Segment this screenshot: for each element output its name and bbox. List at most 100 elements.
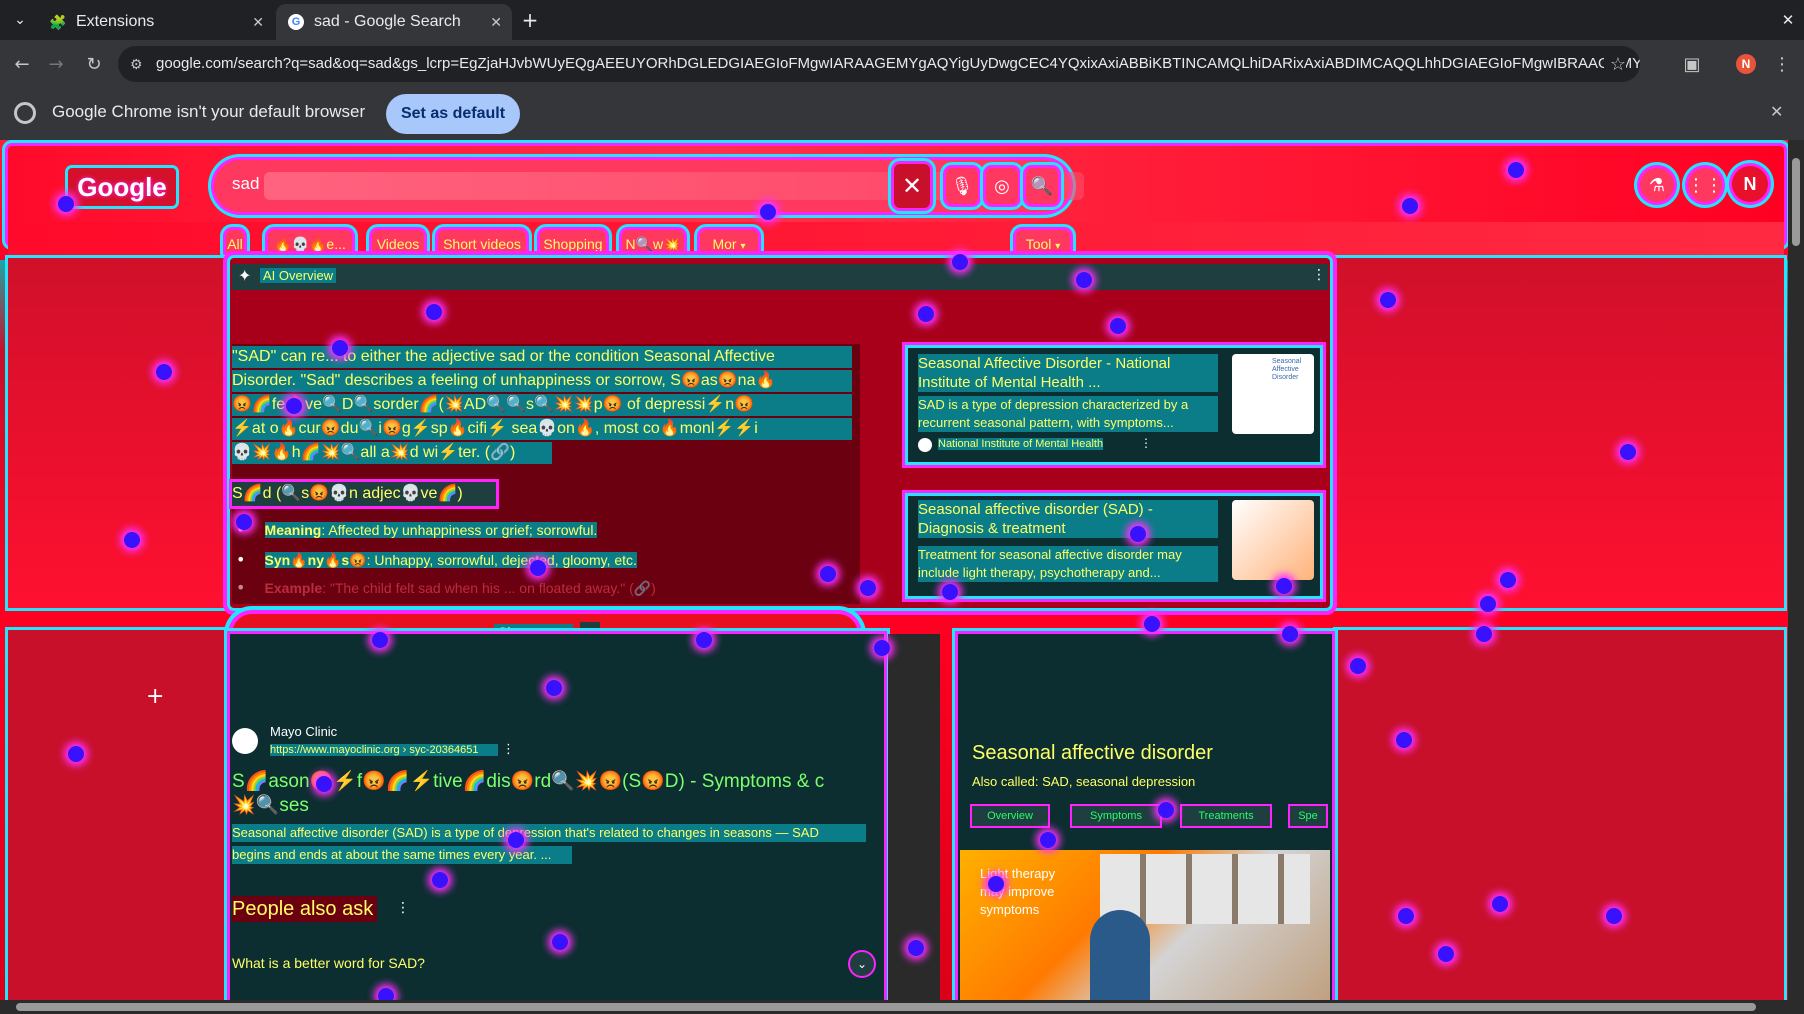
tab-sad-google-search[interactable]: G sad - Google Search ✕ (276, 4, 512, 40)
tab-extensions[interactable]: 🧩 Extensions ✕ (38, 4, 274, 40)
filter-news[interactable]: N🔍w💥 (622, 230, 684, 258)
marker-dot (1606, 908, 1622, 924)
kp-tab-overview[interactable]: Overview (972, 806, 1048, 826)
filter-all[interactable]: All (226, 230, 244, 258)
account-avatar[interactable]: N (1732, 166, 1768, 202)
source-menu-icon[interactable]: ⋮ (1140, 436, 1152, 450)
voice-search-icon[interactable]: 🎙 (946, 168, 978, 204)
scrollbar-thumb[interactable] (16, 1003, 1756, 1011)
filter-videos[interactable]: Videos (372, 230, 424, 258)
left-margin-band (8, 258, 226, 608)
result-url[interactable]: https://www.mayoclinic.org › syc-2036465… (270, 744, 498, 756)
person-figure (1090, 910, 1150, 1000)
source-title: Seasonal affective disorder (SAD) - Diag… (918, 500, 1218, 538)
labs-flask-icon[interactable]: ⚗ (1640, 168, 1674, 202)
filter-short-videos[interactable]: Short videos (438, 230, 526, 258)
close-window-icon[interactable]: ✕ (1776, 8, 1800, 32)
marker-dot (988, 876, 1004, 892)
bookmark-star-icon[interactable]: ☆ (1603, 46, 1626, 82)
chevron-down-icon: ▾ (1055, 241, 1061, 252)
back-arrow-icon[interactable]: ← (8, 50, 36, 78)
ai-bullet-3: • Example: "The child felt sad when his … (236, 578, 856, 600)
ai-bullet-2: • Syn🔥ny🔥s😡: Unhappy, sorrowful, dejecte… (236, 550, 856, 572)
marker-dot (156, 364, 172, 380)
bullet-label: Example (264, 580, 323, 596)
result-menu-icon[interactable]: ⋮ (502, 742, 515, 757)
kp-tab-treatments[interactable]: Treatments (1182, 806, 1270, 826)
marker-dot (432, 872, 448, 888)
search-input[interactable]: sad (232, 174, 259, 194)
google-logo[interactable]: Google (68, 168, 176, 206)
kp-tab-spe[interactable]: Spe (1290, 806, 1326, 826)
marker-dot (1158, 802, 1174, 818)
filter-more[interactable]: Mor ▾ (700, 230, 758, 258)
marker-dot (426, 304, 442, 320)
vertical-scrollbar[interactable] (1788, 140, 1804, 1000)
lens-search-icon[interactable]: ◎ (986, 168, 1018, 204)
marker-dot (552, 934, 568, 950)
google-g-icon: G (288, 14, 304, 30)
chrome-logo-icon (14, 102, 36, 124)
ai-line-5: 💀💥🔥h🌈💥🔍all a💥d wi⚡ter. (🔗) (232, 442, 552, 464)
marker-dot (860, 580, 876, 596)
marker-dot (1620, 444, 1636, 460)
new-tab-button[interactable]: + (518, 8, 542, 32)
site-info-icon[interactable]: ⚙ (130, 46, 143, 82)
forward-arrow-icon[interactable]: → (42, 50, 70, 78)
marker-dot (952, 254, 968, 270)
marker-dot (508, 832, 524, 848)
chrome-menu-icon[interactable]: ⋮ (1768, 50, 1796, 78)
chevron-down-icon[interactable]: ⌄ (850, 952, 874, 976)
paa-heading: People also ask (232, 896, 378, 922)
ai-overview-menu-icon[interactable]: ⋮ (1312, 267, 1326, 283)
bullet-dot-icon: • (236, 550, 246, 569)
marker-dot (1480, 596, 1496, 612)
close-infobar-icon[interactable]: ✕ (1770, 102, 1783, 122)
marker-dot (918, 306, 934, 322)
clear-search-icon[interactable]: ✕ (894, 164, 930, 208)
mayo-favicon (232, 728, 258, 754)
filter-shopping[interactable]: Shopping (540, 230, 606, 258)
address-bar[interactable]: ⚙ google.com/search?q=sad&oq=sad&gs_lcrp… (118, 46, 1640, 82)
filter-images[interactable]: 🔥💀🔥e... (268, 230, 352, 258)
marker-dot (1040, 832, 1056, 848)
source-card-1[interactable]: Seasonal Affective Disorder - National I… (908, 348, 1320, 462)
marker-dot (1282, 626, 1298, 642)
result-title-cont[interactable]: 💥🔍ses (232, 794, 432, 818)
result-site: Mayo Clinic (270, 724, 338, 739)
profile-avatar[interactable]: N (1736, 54, 1756, 74)
search-box[interactable]: sad (214, 160, 1084, 212)
close-tab-icon[interactable]: ✕ (252, 14, 264, 31)
ai-bullet-1: • Meaning: Affected by unhappiness or gr… (236, 520, 856, 542)
sparkle-icon: ✦ (238, 266, 252, 285)
paa-question[interactable]: What is a better word for SAD? (232, 952, 832, 974)
source-card-2[interactable]: Seasonal affective disorder (SAD) - Diag… (908, 496, 1320, 596)
kp-also-called: Also called: SAD, seasonal depression (972, 774, 1196, 789)
result-snippet-1: Seasonal affective disorder (SAD) is a t… (232, 824, 866, 842)
extensions-puzzle-icon[interactable]: ▣ (1678, 50, 1706, 78)
scrollbar-thumb[interactable] (1792, 158, 1800, 246)
kp-caption-3: symptoms (980, 902, 1040, 917)
tools-button[interactable]: Tool ▾ (1016, 230, 1070, 258)
search-submit-icon[interactable]: 🔍 (1026, 168, 1058, 204)
set-as-default-button[interactable]: Set as default (386, 94, 520, 134)
horizontal-scrollbar[interactable] (0, 1000, 1804, 1014)
tab-title: Extensions (76, 13, 155, 30)
reload-icon[interactable]: ↻ (80, 50, 108, 78)
bullet-text: : "The child felt sad when his ... on fl… (322, 580, 656, 596)
paa-menu-icon[interactable]: ⋮ (396, 900, 410, 916)
ai-subheading: S🌈d (🔍s😡💀n adjec💀ve🌈) (232, 482, 496, 506)
marker-dot (286, 398, 302, 414)
source-thumbnail: Seasonal Affective Disorder (1232, 354, 1314, 434)
ai-line-3: 😡🌈fe🔥ve🔍D🔍sorder🌈(💥AD🔍🔍s🔍💥💥p😡 of depress… (232, 394, 852, 416)
kp-tab-symptoms[interactable]: Symptoms (1072, 806, 1160, 826)
apps-grid-icon[interactable]: ⋮⋮ (1687, 168, 1723, 202)
marker-dot (1402, 198, 1418, 214)
tab-search-dropdown[interactable]: ⌄ (8, 8, 32, 32)
kp-image[interactable]: Light therapy may improve symptoms (960, 850, 1330, 1000)
close-tab-icon[interactable]: ✕ (490, 14, 502, 31)
lower-left-band (8, 630, 226, 1000)
lower-right-band (1336, 630, 1784, 1000)
ai-overview-label: AI Overview (260, 268, 337, 283)
right-margin-band (1336, 258, 1784, 608)
